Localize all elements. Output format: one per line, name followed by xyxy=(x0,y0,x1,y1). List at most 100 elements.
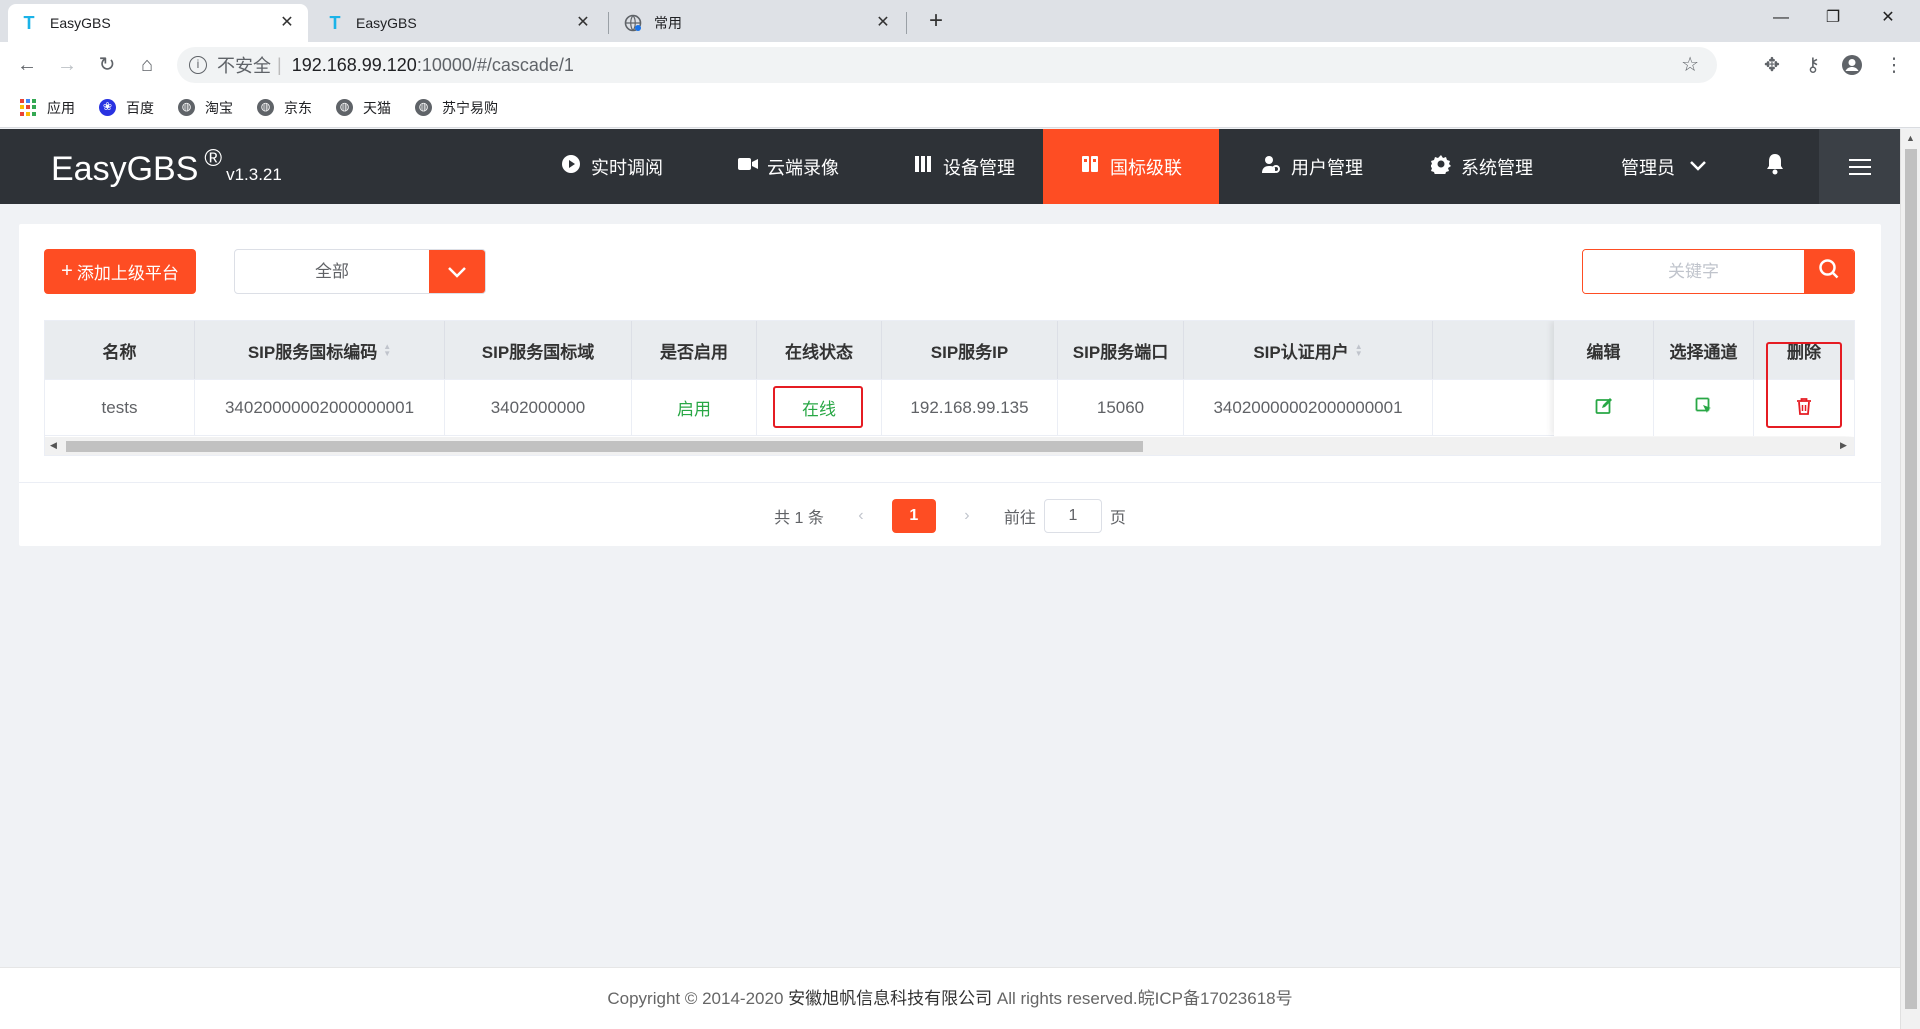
key-icon[interactable]: ⚷ xyxy=(1800,54,1826,78)
cell-sip-ip: 192.168.99.135 xyxy=(882,380,1058,435)
bookmark-jd[interactable]: ◍ 京东 xyxy=(257,98,312,118)
address-host: 192.168.99.120 xyxy=(291,54,417,75)
col-header-label: SIP认证用户 xyxy=(1253,342,1349,362)
nav-cloud-recording[interactable]: 云端录像 xyxy=(706,129,870,204)
bell-icon[interactable] xyxy=(1765,153,1785,181)
nav-label: 国标级联 xyxy=(1110,157,1182,178)
page-number-button[interactable]: 1 xyxy=(891,499,936,533)
tab-title: EasyGBS xyxy=(50,15,111,31)
user-name: 管理员 xyxy=(1621,157,1675,178)
scroll-up-arrow-icon[interactable]: ▲ xyxy=(1906,133,1915,143)
browser-tab-easygbs[interactable]: T EasyGBS ✕ xyxy=(314,4,604,42)
page-suffix: 页 xyxy=(1109,510,1126,527)
scrollbar-thumb[interactable] xyxy=(1905,149,1917,1009)
nav-system-management[interactable]: 系统管理 xyxy=(1400,129,1564,204)
sort-caret-icon[interactable]: ▲ ▼ xyxy=(383,343,391,358)
nav-label: 实时调阅 xyxy=(591,157,663,178)
nav-gb-cascade[interactable]: 国标级联 xyxy=(1043,129,1219,204)
edit-button[interactable] xyxy=(1554,380,1654,436)
cascade-icon xyxy=(1080,155,1100,178)
profile-avatar-icon[interactable] xyxy=(1839,54,1865,78)
filter-value: 全部 xyxy=(315,262,349,281)
browser-tab-easygbs-active[interactable]: T EasyGBS ✕ xyxy=(8,4,308,42)
home-icon[interactable]: ⌂ xyxy=(132,50,162,80)
hamburger-menu-icon[interactable] xyxy=(1819,129,1900,204)
horizontal-scrollbar-thumb[interactable] xyxy=(66,441,1143,452)
cell-sip-user: 34020000002000000001 xyxy=(1184,380,1433,435)
close-window-icon[interactable]: ✕ xyxy=(1865,0,1911,36)
info-icon[interactable]: i xyxy=(189,56,207,74)
add-superior-platform-button[interactable]: + 添加上级平台 xyxy=(44,249,196,294)
bookmark-suning[interactable]: ◍ 苏宁易购 xyxy=(415,98,498,118)
bookmark-baidu[interactable]: ❀ 百度 xyxy=(99,98,154,118)
page-scrollbar[interactable]: ▲ xyxy=(1900,129,1920,1029)
registered-mark: ® xyxy=(204,145,223,172)
new-tab-button[interactable]: + xyxy=(922,8,950,36)
col-header-sip-user[interactable]: SIP认证用户 ▲ ▼ xyxy=(1184,321,1433,379)
browser-tabstrip: T EasyGBS ✕ T EasyGBS ✕ 常用 ✕ + — ❐ ✕ xyxy=(0,0,1920,42)
scroll-left-arrow-icon[interactable]: ◀ xyxy=(50,440,57,451)
edit-pencil-icon xyxy=(1595,397,1613,420)
globe-favicon-icon xyxy=(624,14,642,32)
back-arrow-icon[interactable]: ← xyxy=(12,50,42,80)
footer-rights: All rights reserved.皖ICP备17023618号 xyxy=(996,989,1293,1008)
status-filter-select[interactable]: 全部 xyxy=(234,249,486,294)
nav-label: 设备管理 xyxy=(943,157,1015,178)
play-circle-icon xyxy=(561,154,581,179)
bookmark-label: 淘宝 xyxy=(205,99,233,116)
app-brand[interactable]: EasyGBS ®v1.3.21 xyxy=(51,145,282,189)
browser-tab-common[interactable]: 常用 ✕ xyxy=(612,4,904,42)
nav-user-management[interactable]: 用户管理 xyxy=(1230,129,1394,204)
close-tab-icon[interactable]: ✕ xyxy=(874,14,892,32)
bookmark-apps[interactable]: 应用 xyxy=(20,98,75,118)
bookmark-tmall[interactable]: ◍ 天猫 xyxy=(336,98,391,118)
col-header-sip-id[interactable]: SIP服务国标编码 ▲ ▼ xyxy=(195,321,445,379)
forward-arrow-icon[interactable]: → xyxy=(52,50,82,80)
bookmark-star-icon[interactable]: ☆ xyxy=(1681,52,1699,77)
goto-page-input[interactable] xyxy=(1043,499,1102,533)
browser-menu-kebab-icon[interactable]: ⋮ xyxy=(1881,54,1907,78)
nav-device-management[interactable]: 设备管理 xyxy=(882,129,1046,204)
reload-icon[interactable]: ↻ xyxy=(92,50,122,80)
goto-label: 前往 xyxy=(1003,510,1036,527)
sort-caret-icon[interactable]: ▲ ▼ xyxy=(1355,343,1363,358)
nav-live-view[interactable]: 实时调阅 xyxy=(530,129,694,204)
cell-sip-id: 34020000002000000001 xyxy=(195,380,445,435)
globe-icon: ◍ xyxy=(336,99,353,116)
bookmark-taobao[interactable]: ◍ 淘宝 xyxy=(178,98,233,118)
user-gear-icon xyxy=(1261,154,1281,179)
scroll-right-arrow-icon[interactable]: ▶ xyxy=(1840,440,1847,451)
next-page-chevron-icon[interactable]: › xyxy=(952,507,982,525)
globe-icon: ◍ xyxy=(415,99,432,116)
close-tab-icon[interactable]: ✕ xyxy=(574,14,592,32)
app-header: EasyGBS ®v1.3.21 实时调阅 云端录像 设备管理 国标级联 用户管理 xyxy=(0,129,1900,204)
nav-label: 云端录像 xyxy=(767,157,839,178)
cell-name: tests xyxy=(45,380,195,435)
cell-sip-domain: 3402000000 xyxy=(445,380,632,435)
select-channels-button[interactable] xyxy=(1654,380,1754,436)
search-input[interactable] xyxy=(1583,250,1804,293)
cell-sip-port: 15060 xyxy=(1058,380,1184,435)
browser-toolbar: ← → ↻ ⌂ i 不安全 | 192.168.99.120 :10000/#/… xyxy=(0,42,1920,88)
cascade-table: 名称 SIP服务国标编码 ▲ ▼ SIP服务国标域 是否启用 在线状态 SIP服务… xyxy=(44,320,1855,456)
nav-label: 系统管理 xyxy=(1461,157,1533,178)
easygbs-favicon-icon: T xyxy=(23,12,35,33)
footer-company-link[interactable]: 安徽旭帆信息科技有限公司 xyxy=(788,989,992,1008)
close-tab-icon[interactable]: ✕ xyxy=(278,14,296,32)
restore-window-icon[interactable]: ❐ xyxy=(1810,0,1856,36)
pagination: 共 1 条 ‹ 1 › 前往 页 xyxy=(19,498,1881,534)
address-bar[interactable]: i 不安全 | 192.168.99.120 :10000/#/cascade/… xyxy=(177,47,1717,83)
chevron-down-icon[interactable] xyxy=(429,250,485,293)
search-button[interactable] xyxy=(1804,250,1854,293)
minimize-window-icon[interactable]: — xyxy=(1758,0,1804,36)
globe-icon: ◍ xyxy=(178,99,195,116)
cell-enabled-status: 启用 xyxy=(632,380,757,435)
prev-page-chevron-icon[interactable]: ‹ xyxy=(846,507,876,525)
table-horizontal-scrollbar[interactable]: ◀ ▶ xyxy=(45,437,1854,455)
tab-separator xyxy=(906,12,907,34)
user-dropdown[interactable]: 管理员 xyxy=(1594,129,1734,204)
col-header-name: 名称 xyxy=(45,321,195,379)
col-header-edit: 编辑 xyxy=(1554,321,1654,379)
extensions-puzzle-icon[interactable]: ✥ xyxy=(1759,54,1785,78)
search-box xyxy=(1582,249,1855,294)
